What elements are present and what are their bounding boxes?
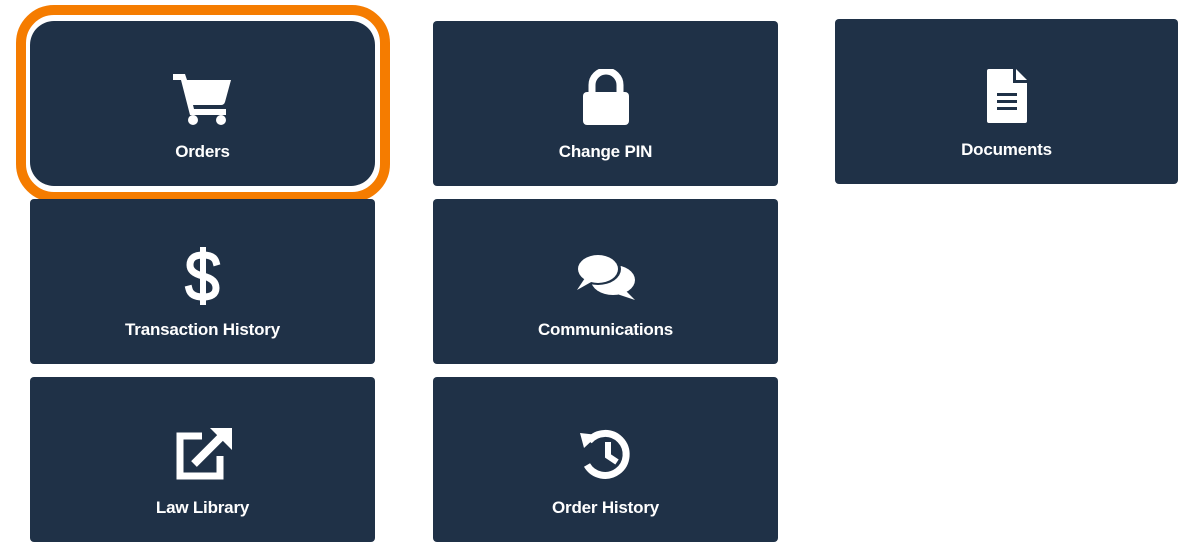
documents-tile[interactable]: Documents xyxy=(835,19,1178,184)
change-pin-tile[interactable]: Change PIN xyxy=(433,21,778,186)
law-library-tile[interactable]: Law Library xyxy=(30,377,375,542)
dollar-sign-icon xyxy=(30,247,375,305)
documents-label: Documents xyxy=(961,140,1052,159)
external-link-icon xyxy=(30,425,375,483)
law-library-label: Law Library xyxy=(155,498,250,517)
shopping-cart-icon xyxy=(30,69,375,127)
orders-label: Orders xyxy=(175,142,230,161)
transaction-history-tile[interactable]: Transaction History xyxy=(30,199,375,364)
chat-bubbles-icon xyxy=(433,247,778,305)
history-icon xyxy=(433,425,778,483)
order-history-label: Order History xyxy=(552,498,659,517)
orders-tile[interactable]: Orders xyxy=(30,21,375,186)
transaction-history-label: Transaction History xyxy=(125,320,280,339)
order-history-tile[interactable]: Order History xyxy=(433,377,778,542)
lock-icon xyxy=(433,69,778,127)
communications-tile[interactable]: Communications xyxy=(433,199,778,364)
change-pin-label: Change PIN xyxy=(558,142,653,161)
communications-label: Communications xyxy=(537,320,674,339)
document-icon xyxy=(835,67,1178,125)
